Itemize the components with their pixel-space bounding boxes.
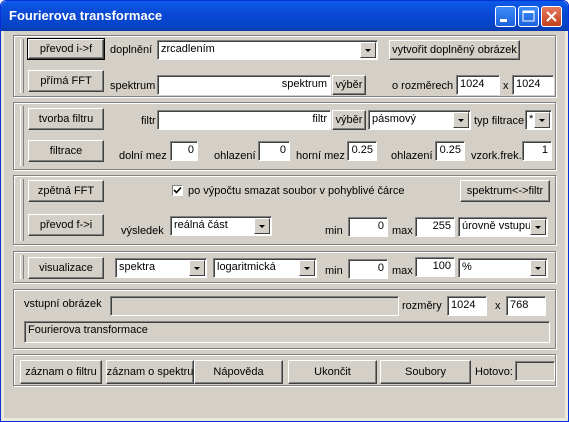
prevod-i-f-button[interactable]: převod i->f xyxy=(27,38,105,60)
doplneni-label: doplnění xyxy=(110,44,153,56)
x-label: x xyxy=(495,300,501,312)
section-bar xyxy=(20,255,24,279)
ukoncit-button[interactable]: Ukončit xyxy=(288,360,377,384)
vstupni-obrazek-label: vstupní obrázek xyxy=(24,298,102,310)
chevron-down-icon xyxy=(534,112,550,128)
chevron-down-icon xyxy=(299,260,315,276)
uroven-select[interactable]: úrovně vstupu xyxy=(458,217,548,237)
unit-value: % xyxy=(462,261,472,273)
vzork-frek-input[interactable]: 1 xyxy=(522,141,552,161)
vysledek-label: výsledek xyxy=(121,225,164,237)
spektrum-input[interactable]: spektrum xyxy=(157,75,331,95)
vizualizace-min-input[interactable]: 0 xyxy=(348,259,388,279)
max-label: max xyxy=(392,265,413,277)
hotovo-label: Hotovo: xyxy=(475,366,513,378)
typ-filtrace-value: * xyxy=(529,113,534,125)
close-icon xyxy=(546,11,557,22)
spektra-value: spektra xyxy=(119,261,156,273)
zaznam-spektru-button[interactable]: záznam o spektru xyxy=(106,360,194,384)
doplneni-select[interactable]: zrcadlením xyxy=(157,40,378,60)
typ-filtrace-select[interactable]: * xyxy=(525,110,552,130)
smazat-checkbox-label: po výpočtu smazat soubor v pohyblivé čár… xyxy=(188,185,405,197)
dolni-mez-input[interactable]: 0 xyxy=(170,141,198,161)
section-bar xyxy=(20,39,24,93)
typ-filtrace-label: typ filtrace xyxy=(474,115,525,127)
horni-mez-input[interactable]: 0.25 xyxy=(347,141,377,161)
soubory-button[interactable]: Soubory xyxy=(380,360,471,384)
window-title: Fourierova transformace xyxy=(9,8,163,23)
vstup-width-input[interactable]: 1024 xyxy=(447,296,487,316)
dolni-mez-label: dolní mez xyxy=(119,150,167,162)
vytvorit-button[interactable]: vytvořit doplněný obrázek xyxy=(389,40,520,60)
spektrum-label: spektrum xyxy=(110,80,156,92)
section-bar xyxy=(20,179,24,241)
min-label: min xyxy=(325,265,343,277)
filtr-type-value: pásmový xyxy=(372,113,417,125)
filtr-label: filtr xyxy=(141,115,156,127)
ohlazeni1-label: ohlazení xyxy=(214,150,256,162)
vzork-frek-label: vzork.frek. xyxy=(471,150,522,162)
close-button[interactable] xyxy=(541,6,562,27)
doplneni-value: zrcadlením xyxy=(161,43,215,55)
x-label: x xyxy=(503,80,509,92)
vstupni-obrazek-field xyxy=(110,296,399,316)
chevron-down-icon xyxy=(530,219,546,235)
vizualizace-max-input[interactable]: 100 xyxy=(415,257,455,277)
hotovo-field xyxy=(515,361,555,381)
vysledek-value: reálná část xyxy=(174,219,228,231)
scale-select[interactable]: logaritmická xyxy=(213,258,317,278)
chevron-down-icon xyxy=(453,112,469,128)
minimize-icon xyxy=(500,19,507,22)
minimize-button[interactable] xyxy=(495,6,516,27)
client-area: převod i->f přímá FFT doplnění zrcadlení… xyxy=(4,31,565,418)
chevron-down-icon xyxy=(360,42,376,58)
vizualizace-button[interactable]: visualizace xyxy=(28,257,104,279)
o-rozmerech-label: o rozměrech xyxy=(392,80,454,92)
main-window: Fourierova transformace převod i->f přím… xyxy=(0,0,569,422)
spektrum-filtr-button[interactable]: spektrum<->filtr xyxy=(460,180,550,202)
spektrum-vyber-button[interactable]: výběr xyxy=(332,75,366,95)
status-field: Fourierova transformace xyxy=(24,321,550,343)
filtr-vyber-button[interactable]: výběr xyxy=(332,110,366,130)
chevron-down-icon xyxy=(254,218,270,234)
smazat-checkbox[interactable] xyxy=(172,185,183,196)
max-label: max xyxy=(392,225,413,237)
tvorba-filtru-button[interactable]: tvorba filtru xyxy=(28,108,104,130)
vysledek-min-input[interactable]: 0 xyxy=(348,217,388,237)
checkmark-icon xyxy=(173,186,182,194)
zpetna-fft-button[interactable]: zpětná FFT xyxy=(28,180,104,202)
spektra-select[interactable]: spektra xyxy=(115,258,207,278)
spektrum-height-input[interactable]: 1024 xyxy=(512,75,554,95)
title-bar: Fourierova transformace xyxy=(1,1,568,31)
maximize-icon xyxy=(522,10,535,22)
ohlazeni1-input[interactable]: 0 xyxy=(258,141,290,161)
section-bar xyxy=(20,106,24,166)
chevron-down-icon xyxy=(530,260,546,276)
vysledek-select[interactable]: reálná část xyxy=(170,216,272,236)
scale-value: logaritmická xyxy=(217,261,276,273)
maximize-button[interactable] xyxy=(518,6,539,27)
filtr-type-select[interactable]: pásmový xyxy=(368,110,471,130)
horni-mez-label: horní mez xyxy=(296,150,345,162)
napoveda-button[interactable]: Nápověda xyxy=(194,360,283,384)
prima-fft-button[interactable]: přímá FFT xyxy=(28,70,104,92)
filtr-input[interactable]: filtr xyxy=(157,110,331,130)
prevod-f-i-button[interactable]: převod f->i xyxy=(28,214,104,236)
filtrace-button[interactable]: filtrace xyxy=(28,140,104,162)
unit-select[interactable]: % xyxy=(458,258,548,278)
ohlazeni2-input[interactable]: 0.25 xyxy=(435,141,465,161)
ohlazeni2-label: ohlazení xyxy=(391,150,433,162)
vstup-height-input[interactable]: 768 xyxy=(506,296,546,316)
zaznam-filtru-button[interactable]: záznam o filtru xyxy=(20,360,102,384)
vysledek-max-input[interactable]: 255 xyxy=(415,217,455,237)
uroven-value: úrovně vstupu xyxy=(462,220,532,232)
min-label: min xyxy=(325,225,343,237)
spektrum-width-input[interactable]: 1024 xyxy=(456,75,500,95)
rozmery-label: rozměry xyxy=(402,300,442,312)
chevron-down-icon xyxy=(189,260,205,276)
